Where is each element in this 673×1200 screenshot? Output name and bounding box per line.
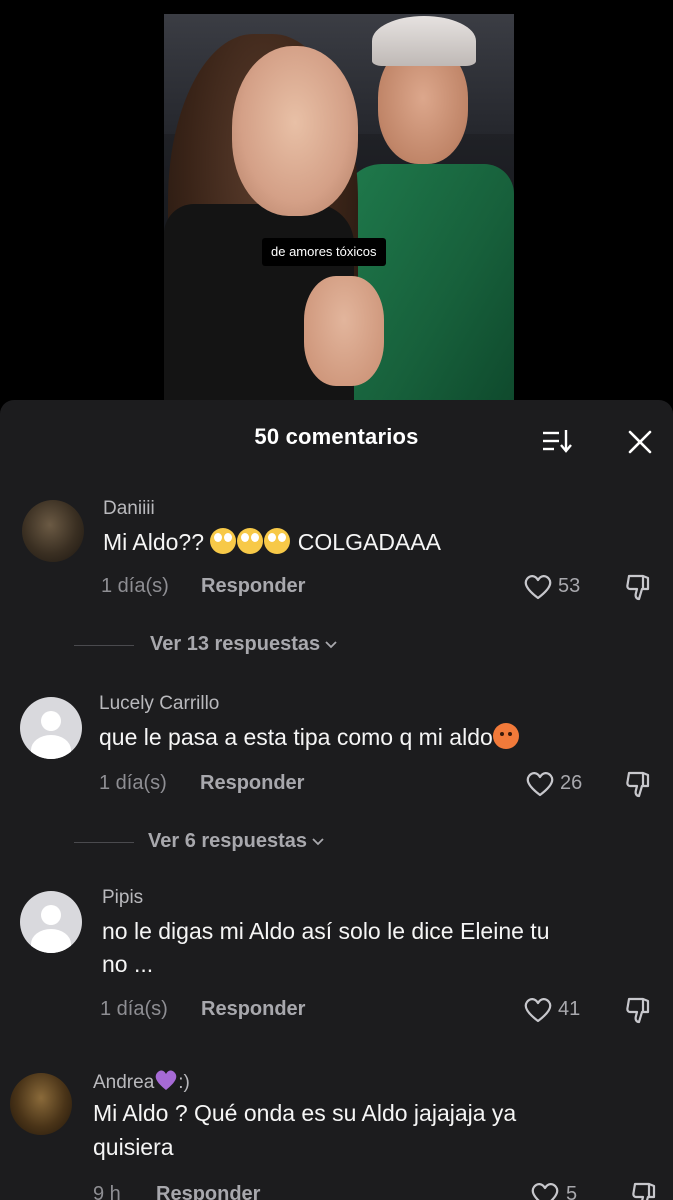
avatar[interactable] (22, 500, 84, 562)
comment-time: 9 h (93, 1183, 121, 1200)
close-icon[interactable] (624, 426, 656, 458)
reply-button[interactable]: Responder (201, 575, 305, 598)
view-replies-label: Ver 6 respuestas (148, 830, 307, 852)
comment-text: Mi Aldo?? COLGADAAA (103, 526, 441, 558)
view-replies-label: Ver 13 respuestas (150, 633, 321, 655)
comment-item: Andrea:) Mi Aldo ? Qué onda es su Aldo j… (0, 1065, 673, 1200)
comment-text-part: Mi Aldo?? (103, 529, 211, 555)
eye-roll-emoji-icon (264, 528, 291, 554)
thread-divider (74, 842, 134, 843)
like-count: 53 (558, 575, 581, 597)
like-count: 26 (560, 772, 583, 794)
like-count: 5 (566, 1183, 578, 1200)
avatar-head (41, 711, 61, 731)
reply-button[interactable]: Responder (156, 1183, 260, 1200)
heart-outline-icon[interactable] (523, 573, 553, 601)
thumbs-down-icon[interactable] (624, 995, 654, 1025)
comments-sheet: 50 comentarios Daniiii Mi Aldo?? COLGADA… (0, 400, 673, 1200)
comment-text-line: quisiera (93, 1134, 174, 1160)
video-person-left-face (232, 46, 358, 216)
video-caption: de amores tóxicos (262, 238, 386, 266)
sort-icon[interactable] (540, 426, 574, 456)
eye-roll-emoji-icon (237, 528, 264, 554)
thread-divider (74, 645, 134, 646)
purple-heart-emoji-icon (156, 1070, 177, 1090)
eye-roll-emoji-icon (210, 528, 237, 554)
like-count: 41 (558, 998, 581, 1020)
comment-text-part: que le pasa a esta tipa como q mi aldo (99, 724, 493, 750)
avatar-body (31, 735, 71, 759)
avatar[interactable] (20, 697, 82, 759)
comment-username[interactable]: Lucely Carrillo (99, 693, 219, 715)
avatar-head (41, 905, 61, 925)
comment-text-line: no ... (102, 951, 154, 977)
comment-username[interactable]: Daniiii (103, 498, 155, 520)
chevron-down-icon (312, 838, 324, 845)
comment-item: Pipis no le digas mi Aldo así solo le di… (0, 883, 673, 1043)
video-thumbnail[interactable] (164, 14, 514, 400)
comment-time: 1 día(s) (99, 772, 167, 794)
comment-time: 1 día(s) (101, 575, 169, 597)
comment-item: Daniiii Mi Aldo?? COLGADAAA 1 día(s) Res… (0, 490, 673, 690)
video-hand (304, 276, 384, 386)
avatar[interactable] (20, 891, 82, 953)
comment-text-line: Mi Aldo ? Qué onda es su Aldo jajajaja y… (93, 1100, 517, 1126)
video-area[interactable]: de amores tóxicos (0, 0, 673, 410)
heart-outline-icon[interactable] (530, 1181, 560, 1200)
comment-text-line: no le digas mi Aldo así solo le dice Ele… (102, 918, 550, 944)
heart-outline-icon[interactable] (525, 770, 555, 798)
comment-text-part: COLGADAAA (291, 529, 441, 555)
angry-emoji-icon (492, 723, 519, 749)
avatar[interactable] (10, 1073, 72, 1135)
comment-item: Lucely Carrillo que le pasa a esta tipa … (0, 687, 673, 887)
thumbs-down-icon[interactable] (630, 1180, 660, 1200)
comment-username-part: :) (178, 1072, 190, 1093)
comment-username[interactable]: Andrea:) (93, 1069, 190, 1094)
comment-username[interactable]: Pipis (102, 887, 143, 909)
comment-username-part: Andrea (93, 1072, 155, 1093)
thumbs-down-icon[interactable] (624, 769, 654, 799)
heart-outline-icon[interactable] (523, 996, 553, 1024)
avatar-body (31, 929, 71, 953)
video-person-right-cap (372, 16, 476, 66)
reply-button[interactable]: Responder (200, 772, 304, 795)
comment-text: que le pasa a esta tipa como q mi aldo (99, 721, 519, 753)
reply-button[interactable]: Responder (201, 998, 305, 1021)
comment-time: 1 día(s) (100, 998, 168, 1020)
thumbs-down-icon[interactable] (624, 572, 654, 602)
view-replies-button[interactable]: Ver 13 respuestas (150, 633, 338, 656)
chevron-down-icon (325, 641, 337, 648)
view-replies-button[interactable]: Ver 6 respuestas (148, 830, 325, 853)
